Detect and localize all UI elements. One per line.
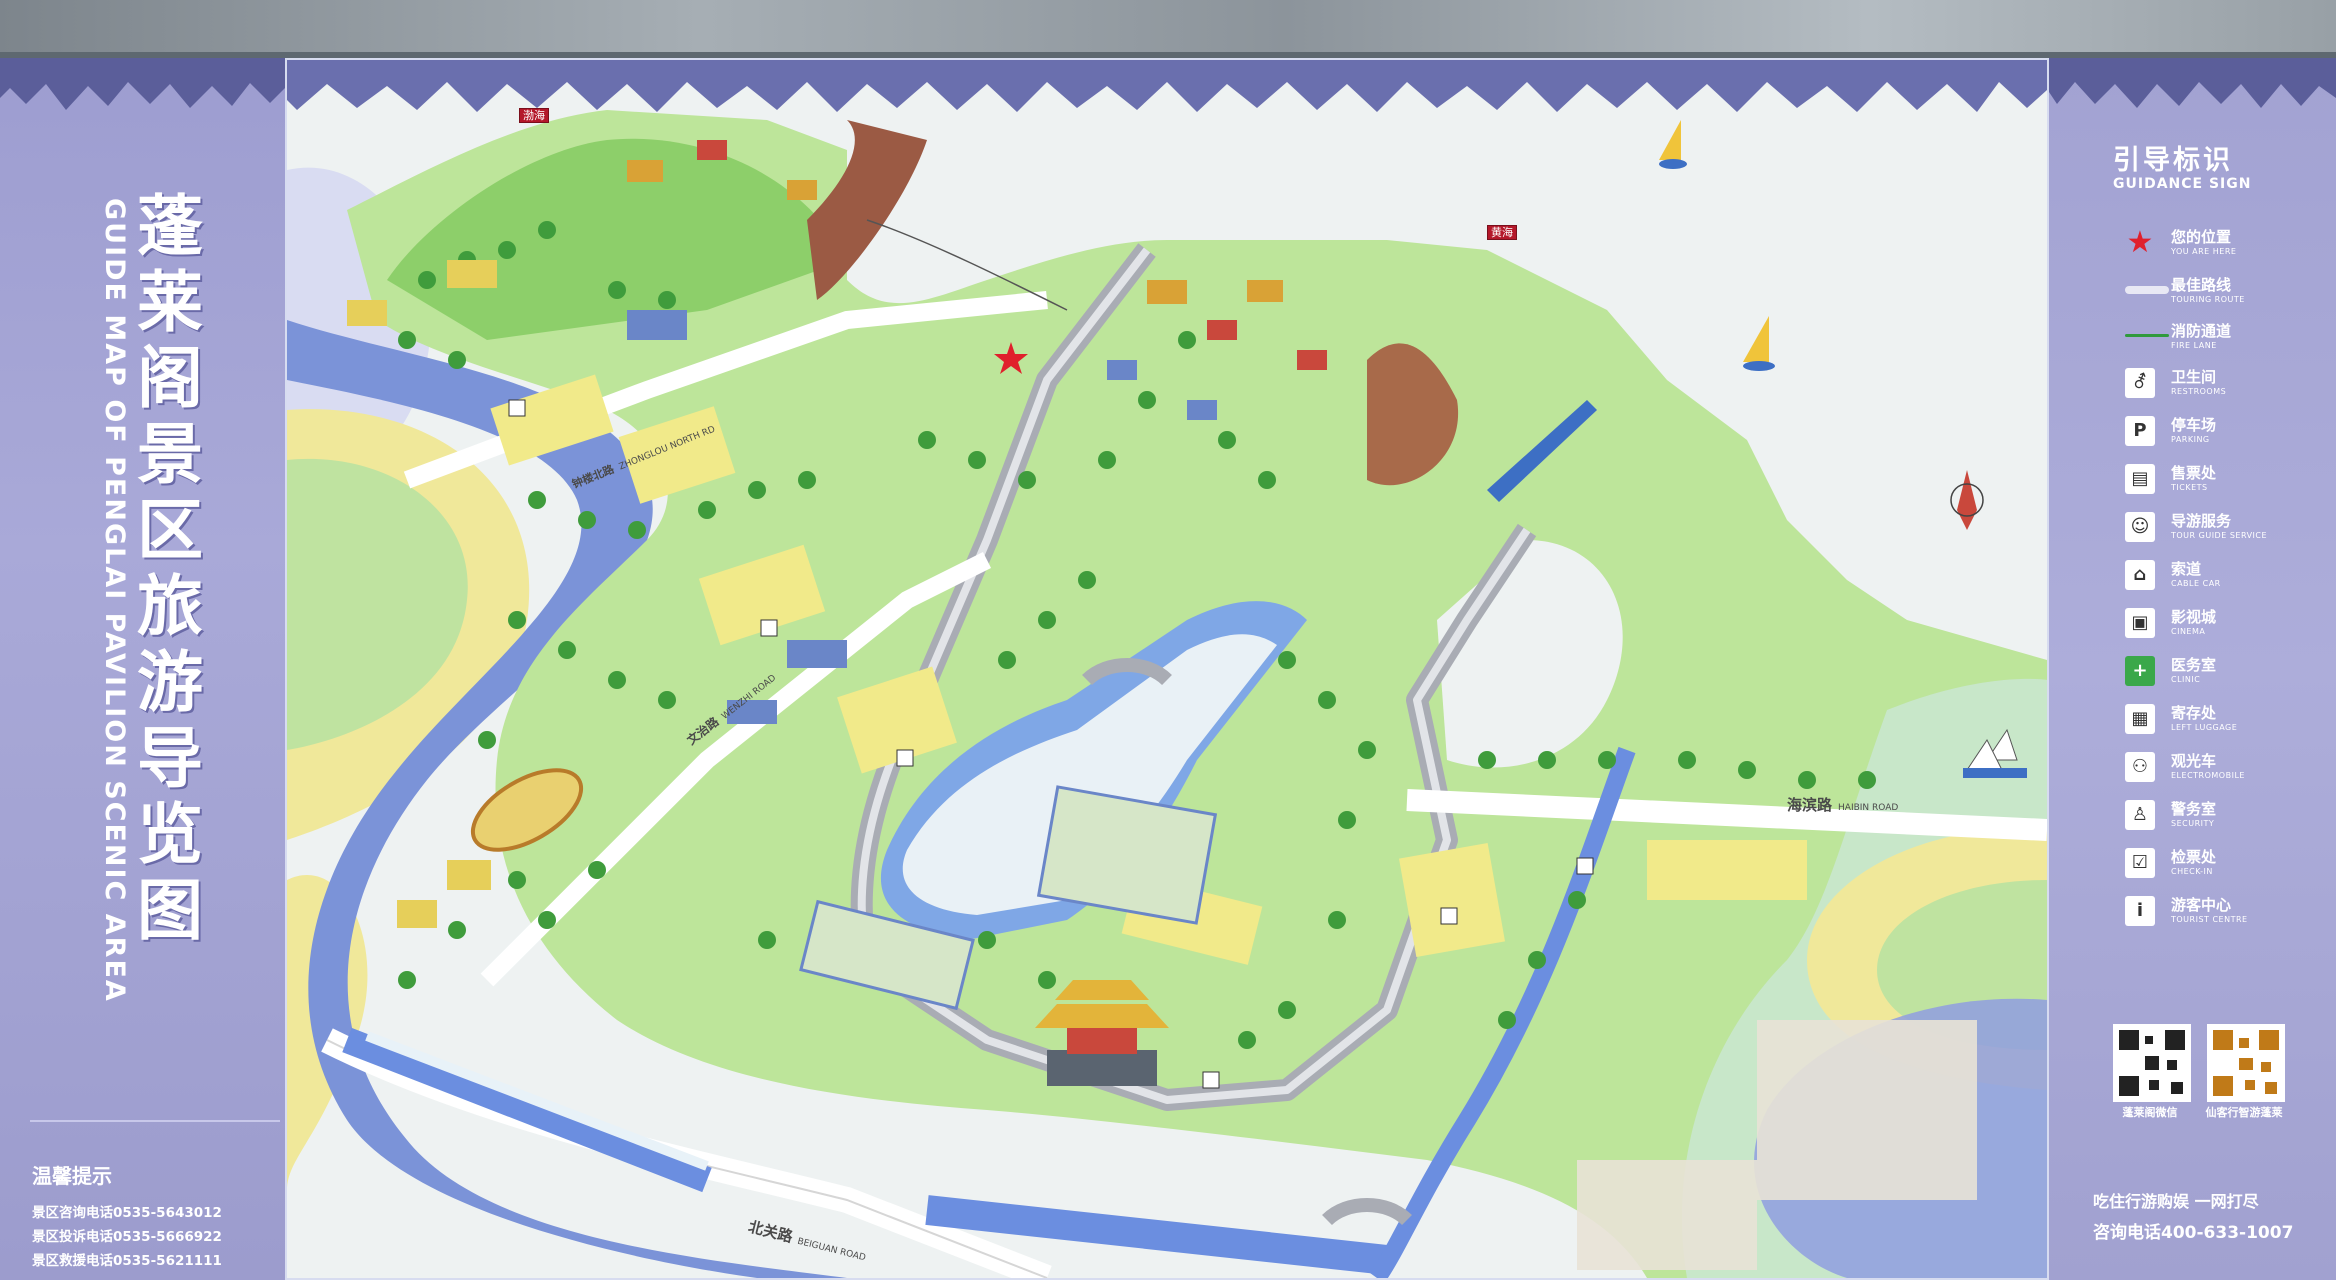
parking-icon: P: [2125, 416, 2155, 446]
map-title-chinese: 蓬莱阁景区旅游导览图: [137, 187, 203, 949]
left-title-panel: 蓬莱阁景区旅游导览图 GUIDE MAP OF PENGLAI PAVILION…: [0, 58, 285, 1280]
tips-divider: [30, 1120, 280, 1122]
check-in-icon: ☑: [2125, 848, 2155, 878]
tour-guide-icon: ☺: [2125, 512, 2155, 542]
star-icon: ★: [2126, 225, 2154, 260]
tips-line: 景区救援电话0535-5621111: [32, 1253, 222, 1269]
qr-code-wechat[interactable]: [2113, 1024, 2191, 1102]
legend-item: ☺ 导游服务 TOUR GUIDE SERVICE: [2125, 510, 2325, 550]
electromobile-icon: ⚇: [2125, 752, 2155, 782]
ticket-icon: ▤: [2125, 464, 2155, 494]
sea-label-north: 黄海: [1487, 225, 1517, 240]
qr-caption: 蓬莱阁微信: [2122, 1106, 2178, 1119]
cable-car-icon: ⌂: [2125, 560, 2155, 590]
qr-code-smart-tour[interactable]: [2207, 1024, 2285, 1102]
legend-item: ⚇ 观光车 ELECTROMOBILE: [2125, 750, 2325, 790]
mountain-silhouette-decor: [2049, 58, 2336, 108]
map-illustration: [287, 60, 2047, 1278]
legend-item: i 游客中心 TOURIST CENTRE: [2125, 894, 2325, 934]
tips-heading: 温馨提示: [32, 1164, 112, 1188]
cinema-icon: ▣: [2125, 608, 2155, 638]
luggage-icon: ▦: [2125, 704, 2155, 734]
route-line-icon: [2125, 286, 2169, 294]
legend-item: ▣ 影视城 CINEMA: [2125, 606, 2325, 646]
legend-item: ☑ 检票处 CHECK-IN: [2125, 846, 2325, 886]
slogan: 吃住行游购娱 一网打尽: [2093, 1192, 2259, 1211]
legend-item: ⚦ 卫生间 RESTROOMS: [2125, 366, 2325, 406]
legend-subtitle: GUIDANCE SIGN: [2113, 176, 2252, 192]
legend-item: ★ 您的位置 YOU ARE HERE: [2126, 225, 2237, 260]
hotline: 咨询电话400-633-1007: [2093, 1223, 2294, 1243]
mountain-silhouette-decor: [0, 58, 285, 110]
legend-item: 消防通道 FIRE LANE: [2125, 320, 2325, 360]
restroom-icon: ⚦: [2125, 368, 2155, 398]
legend-item: ♙ 警务室 SECURITY: [2125, 798, 2325, 838]
legend-item: ▦ 寄存处 LEFT LUGGAGE: [2125, 702, 2325, 742]
qr-caption: 仙客行智游蓬莱: [2205, 1106, 2283, 1119]
security-icon: ♙: [2125, 800, 2155, 830]
legend-item: 最佳路线 TOURING ROUTE: [2125, 274, 2325, 314]
legend-item: ▤ 售票处 TICKETS: [2125, 462, 2325, 502]
tips-line: 景区咨询电话0535-5643012: [32, 1205, 222, 1221]
map-title-english: GUIDE MAP OF PENGLAI PAVILION SCENIC ARE…: [99, 198, 130, 1003]
sea-label-west: 渤海: [519, 108, 549, 123]
fire-lane-line-icon: [2125, 334, 2169, 337]
clinic-icon: +: [2125, 656, 2155, 686]
road-label-haibin: 海滨路 HAIBIN ROAD: [1787, 796, 1899, 814]
legend-panel: 引导标识 GUIDANCE SIGN ★ 您的位置 YOU ARE HERE 最佳路…: [2049, 58, 2336, 1280]
map-title-english-container: GUIDE MAP OF PENGLAI PAVILION SCENIC ARE…: [94, 198, 134, 1058]
legend-item: P 停车场 PARKING: [2125, 414, 2325, 454]
tips-line: 景区投诉电话0535-5666922: [32, 1229, 222, 1245]
legend-item: + 医务室 CLINIC: [2125, 654, 2325, 694]
top-metal-band: [0, 0, 2336, 58]
info-icon: i: [2125, 896, 2155, 926]
tips-box: 温馨提示 景区咨询电话0535-5643012 景区投诉电话0535-56669…: [32, 1160, 272, 1273]
scenic-map: 黄海 渤海 北关路BEIGUAN ROAD 海滨路 HAIBIN ROAD 钟楼北…: [287, 60, 2047, 1278]
legend-item: ⌂ 索道 CABLE CAR: [2125, 558, 2325, 598]
legend-title: 引导标识: [2113, 145, 2233, 176]
